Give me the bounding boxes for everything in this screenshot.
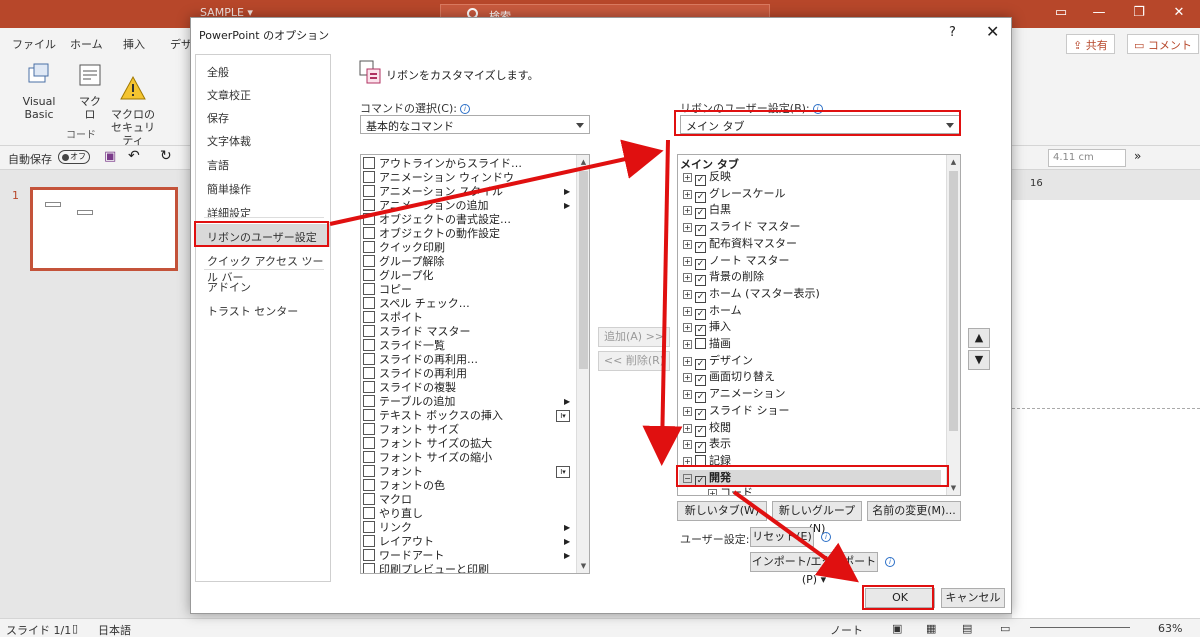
annotation-arrows [329,139,859,583]
arrow-to-ok-button [732,490,859,583]
arrow-to-ribbon-dropdown [329,139,664,226]
arrow-to-developer-tab [642,139,683,466]
